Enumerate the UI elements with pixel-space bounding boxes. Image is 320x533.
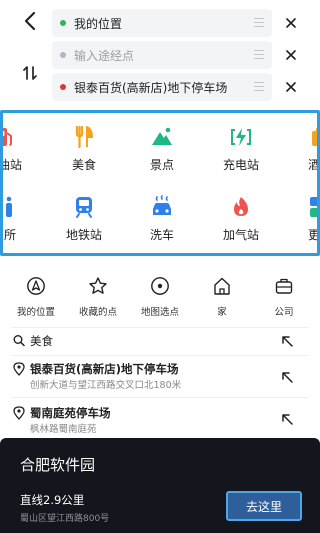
quick-label: 我的位置 — [16, 307, 55, 318]
navigation-icon — [27, 277, 45, 295]
destination-dot — [60, 84, 66, 90]
destination-distance: 直线2.9公里 — [20, 493, 85, 507]
charging-icon — [231, 128, 251, 146]
route-planner: 我的位置 输入途经点 银泰百货(高新店)地下停车场 — [0, 0, 320, 108]
start-dot — [60, 20, 66, 26]
drag-handle-icon[interactable] — [254, 82, 264, 91]
location-pin-icon — [13, 362, 25, 376]
remove-destination-button[interactable] — [282, 78, 300, 96]
quick-access-row: 我的位置 收藏的点 地图选点 家 公司 — [0, 276, 320, 322]
category-toilet[interactable]: 厕所 — [3, 195, 39, 243]
swap-button[interactable] — [20, 60, 40, 86]
remove-start-button[interactable] — [282, 14, 300, 32]
destination-address: 蜀山区望江西路800号 — [20, 514, 110, 524]
category-subway[interactable]: 地铁站 — [49, 195, 119, 243]
divider — [12, 397, 308, 398]
category-more[interactable]: 更多 — [285, 195, 320, 243]
go-here-button[interactable]: 去这里 — [226, 491, 302, 521]
car-wash-icon — [153, 195, 171, 215]
divider — [12, 327, 308, 328]
category-label: 酒店 — [307, 158, 320, 172]
category-label: 美食 — [71, 158, 96, 172]
quick-pick-on-map[interactable]: 地图选点 — [128, 276, 192, 318]
category-food[interactable]: 美食 — [49, 125, 119, 173]
quick-label: 家 — [217, 307, 227, 318]
history-item-search[interactable]: 美食 — [0, 330, 320, 354]
quick-favorites[interactable]: 收藏的点 — [66, 276, 130, 318]
history-title: 蜀南庭苑停车场 — [30, 406, 111, 420]
more-grid-icon — [310, 197, 317, 217]
remove-waypoint-button[interactable] — [282, 46, 300, 64]
location-pin-icon — [13, 406, 25, 420]
category-label: 加气站 — [222, 228, 259, 242]
arrow-up-left-icon[interactable] — [280, 370, 294, 384]
mountain-icon — [152, 127, 172, 145]
destination-text: 银泰百货(高新店)地下停车场 — [74, 80, 228, 95]
category-label: 加油站 — [0, 158, 22, 172]
quick-label: 收藏的点 — [78, 307, 117, 318]
category-panel: 加油站 美食 景点 充电站 酒店 厕所 地铁站 洗车 加气站 更多 — [0, 110, 320, 256]
arrow-up-left-icon[interactable] — [280, 334, 294, 348]
start-field[interactable]: 我的位置 — [52, 9, 272, 37]
quick-home[interactable]: 家 — [190, 276, 254, 318]
history-title: 美食 — [30, 334, 53, 348]
briefcase-icon — [275, 278, 293, 294]
quick-label: 公司 — [274, 307, 294, 318]
waypoint-dot — [60, 52, 66, 58]
history-subtitle: 枫林路蜀南庭苑 — [30, 424, 97, 435]
category-label: 景点 — [149, 158, 174, 172]
category-hotel[interactable]: 酒店 — [285, 125, 320, 173]
history-subtitle: 创新大道与望江西路交叉口北180米 — [30, 380, 182, 391]
home-icon — [214, 277, 230, 295]
quick-my-location[interactable]: 我的位置 — [4, 276, 68, 318]
drag-handle-icon[interactable] — [254, 50, 264, 59]
category-label: 厕所 — [3, 228, 16, 242]
search-icon — [13, 335, 25, 347]
close-icon — [286, 18, 296, 28]
history-item-place[interactable]: 银泰百货(高新店)地下停车场 创新大道与望江西路交叉口北180米 — [0, 358, 320, 394]
category-label: 洗车 — [149, 228, 174, 242]
category-charging[interactable]: 充电站 — [206, 125, 276, 173]
hotel-icon — [312, 128, 317, 146]
arrow-up-left-icon[interactable] — [280, 412, 294, 426]
category-gas-filling[interactable]: 加气站 — [206, 195, 276, 243]
destination-card: 合肥软件园 直线2.9公里 蜀山区望江西路800号 去这里 — [0, 438, 320, 533]
destination-field[interactable]: 银泰百货(高新店)地下停车场 — [52, 73, 272, 101]
map-pin-circle-icon — [151, 277, 169, 295]
close-icon — [286, 50, 296, 60]
drag-handle-icon[interactable] — [254, 18, 264, 27]
close-icon — [286, 82, 296, 92]
toilet-icon — [6, 196, 12, 217]
flame-icon — [234, 197, 248, 216]
subway-icon — [76, 197, 92, 218]
quick-company[interactable]: 公司 — [252, 276, 316, 318]
star-icon — [89, 277, 107, 294]
back-button[interactable] — [20, 8, 40, 34]
divider — [12, 355, 308, 356]
category-gas-station[interactable]: 加油站 — [0, 125, 39, 173]
category-scenic[interactable]: 景点 — [127, 125, 197, 173]
category-car-wash[interactable]: 洗车 — [127, 195, 197, 243]
gas-station-icon — [3, 128, 12, 146]
history-title: 银泰百货(高新店)地下停车场 — [30, 362, 179, 376]
destination-name: 合肥软件园 — [20, 456, 96, 474]
category-label: 充电站 — [222, 158, 259, 172]
fork-knife-icon — [75, 125, 93, 149]
chevron-left-icon — [24, 11, 36, 31]
category-label: 地铁站 — [65, 228, 102, 242]
waypoint-field[interactable]: 输入途经点 — [52, 41, 272, 69]
waypoint-placeholder: 输入途经点 — [74, 48, 135, 63]
quick-label: 地图选点 — [140, 307, 179, 318]
swap-vertical-icon — [23, 66, 37, 80]
start-text: 我的位置 — [74, 16, 123, 31]
category-label: 更多 — [307, 228, 320, 242]
history-item-place[interactable]: 蜀南庭苑停车场 枫林路蜀南庭苑 — [0, 402, 320, 436]
